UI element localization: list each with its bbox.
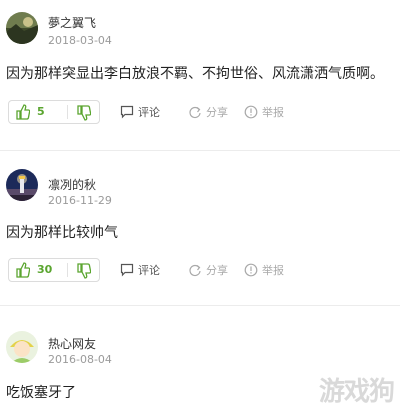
username[interactable]: 热心网友 <box>48 335 96 352</box>
comment-button[interactable]: 评论 <box>120 104 170 120</box>
avatar[interactable] <box>6 12 38 44</box>
share-button[interactable]: 分享 <box>188 262 238 278</box>
share-button[interactable]: 分享 <box>188 104 238 120</box>
comment-text: 因为那样突显出李白放浪不羁、不拘世俗、风流潇洒气质啊。 <box>6 66 384 82</box>
username[interactable]: 夢之翼飞 <box>48 14 96 31</box>
vote-divider <box>67 263 68 277</box>
comment-date: 2016-11-29 <box>48 194 112 207</box>
report-label: 举报 <box>262 106 284 119</box>
username[interactable]: 凛冽的秋 <box>48 176 96 193</box>
report-button[interactable]: 举报 <box>244 262 294 278</box>
share-icon <box>189 265 201 277</box>
like-count: 5 <box>37 105 45 118</box>
comment-button[interactable]: 评论 <box>120 262 170 278</box>
report-warning-icon <box>244 263 258 277</box>
report-label: 举报 <box>262 264 284 277</box>
thumbs-up-icon[interactable] <box>16 104 30 120</box>
thumbs-down-icon[interactable] <box>77 105 91 121</box>
vote-box: 5 <box>8 100 100 124</box>
comment-date: 2018-03-04 <box>48 34 112 47</box>
thumbs-up-icon[interactable] <box>16 262 30 278</box>
comment-label: 评论 <box>138 106 160 119</box>
comment-text: 因为那样比较帅气 <box>6 225 118 241</box>
thumbs-down-icon[interactable] <box>77 263 91 279</box>
comment-item: 夢之翼飞 2018-03-04 因为那样突显出李白放浪不羁、不拘世俗、风流潇洒气… <box>0 0 400 150</box>
comment-icon <box>120 105 134 119</box>
watermark-logo: 游戏狗 <box>318 377 395 407</box>
report-button[interactable]: 举报 <box>244 104 294 120</box>
comment-date: 2016-08-04 <box>48 353 112 366</box>
comment-icon <box>120 263 134 277</box>
share-icon <box>189 107 201 119</box>
avatar[interactable] <box>6 169 38 201</box>
like-count: 30 <box>37 263 53 276</box>
comment-label: 评论 <box>138 264 160 277</box>
avatar[interactable] <box>6 331 38 363</box>
vote-box: 30 <box>8 258 100 282</box>
report-warning-icon <box>244 105 258 119</box>
comment-text: 吃饭塞牙了 <box>6 385 76 401</box>
share-label: 分享 <box>206 264 228 277</box>
comment-item: 凛冽的秋 2016-11-29 因为那样比较帅气 30 评论 分享 举报 <box>0 151 400 305</box>
share-label: 分享 <box>206 106 228 119</box>
vote-divider <box>67 105 68 119</box>
